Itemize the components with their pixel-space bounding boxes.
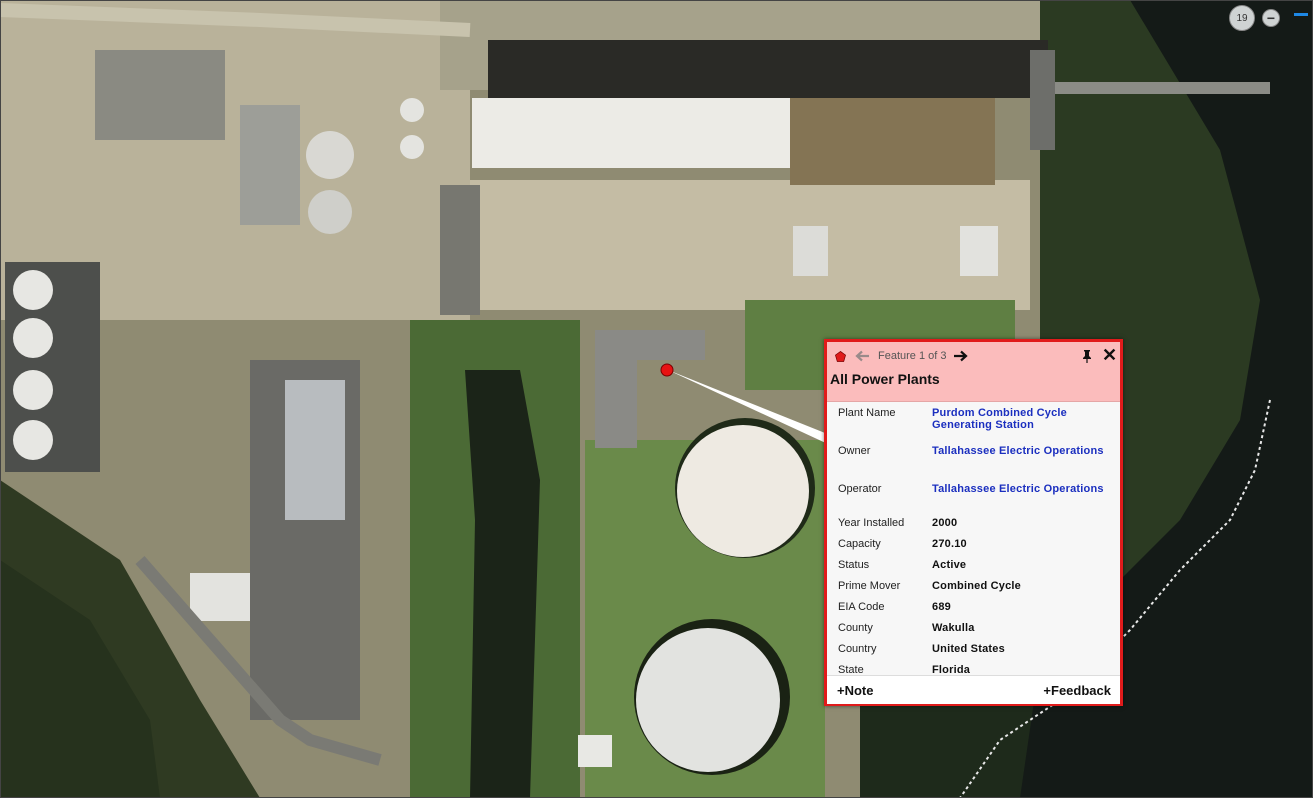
attribute-label: Capacity [838, 538, 881, 550]
zoom-out-button[interactable]: − [1262, 9, 1280, 27]
selected-feature-marker[interactable] [660, 363, 674, 377]
previous-feature-arrow-icon[interactable] [854, 350, 870, 362]
popup-title: All Power Plants [830, 371, 940, 387]
attribute-row: Status Active [827, 559, 1120, 580]
attribute-value: Active [932, 559, 967, 571]
attribute-value: 689 [932, 601, 951, 613]
attribute-row: Plant Name Purdom Combined Cycle Generat… [827, 402, 1120, 441]
attribute-label: Country [838, 643, 877, 655]
attribute-row: EIA Code 689 [827, 601, 1120, 622]
add-feedback-button[interactable]: +Feedback [1043, 683, 1111, 698]
map-edge-indicator [1294, 13, 1308, 16]
attribute-label: Status [838, 559, 870, 571]
zoom-level: 19 [1236, 12, 1248, 24]
attribute-row: Capacity 270.10 [827, 538, 1120, 559]
attribute-label: EIA Code [838, 601, 885, 613]
operator-link[interactable]: Tallahassee Electric Operations [932, 479, 1120, 517]
attribute-row: Country United States [827, 643, 1120, 664]
attribute-row: County Wakulla [827, 622, 1120, 643]
attribute-table: Plant Name Purdom Combined Cycle Generat… [827, 402, 1120, 685]
attribute-label: Operator [838, 483, 882, 495]
owner-link[interactable]: Tallahassee Electric Operations [932, 441, 1120, 479]
close-popup-button[interactable]: ✕ [1102, 346, 1117, 364]
attribute-label: Plant Name [838, 407, 896, 419]
attribute-label: Prime Mover [838, 580, 901, 592]
attribute-value: Wakulla [932, 622, 975, 634]
attribute-label: County [838, 622, 873, 634]
feature-marker-icon [835, 350, 846, 362]
zoom-out-label: − [1266, 10, 1276, 26]
attribute-row: Prime Mover Combined Cycle [827, 580, 1120, 601]
attribute-row: Owner Tallahassee Electric Operations [827, 441, 1120, 479]
popup-pointer [668, 370, 830, 445]
attribute-value: 270.10 [932, 538, 967, 550]
attribute-value: 2000 [932, 517, 958, 529]
pushpin-icon[interactable] [1081, 349, 1093, 363]
feature-navigation: Feature 1 of 3 [835, 348, 969, 364]
attribute-label: Owner [838, 445, 871, 457]
add-note-button[interactable]: +Note [837, 683, 873, 698]
attribute-label: Year Installed [838, 517, 905, 529]
attribute-value: Combined Cycle [932, 580, 1021, 592]
feature-popup: Feature 1 of 3 ✕ All Power Plants Plant … [824, 339, 1123, 706]
popup-footer: +Note +Feedback [827, 675, 1120, 704]
popup-header: Feature 1 of 3 ✕ All Power Plants [827, 342, 1120, 402]
next-feature-arrow-icon[interactable] [953, 350, 969, 362]
plant-name-link[interactable]: Purdom Combined Cycle Generating Station [932, 402, 1120, 441]
attribute-row: Year Installed 2000 [827, 517, 1120, 538]
feature-count: Feature 1 of 3 [878, 350, 947, 362]
attribute-row: Operator Tallahassee Electric Operations [827, 479, 1120, 517]
attribute-value: United States [932, 643, 1005, 655]
zoom-level-indicator[interactable]: 19 [1229, 5, 1255, 31]
